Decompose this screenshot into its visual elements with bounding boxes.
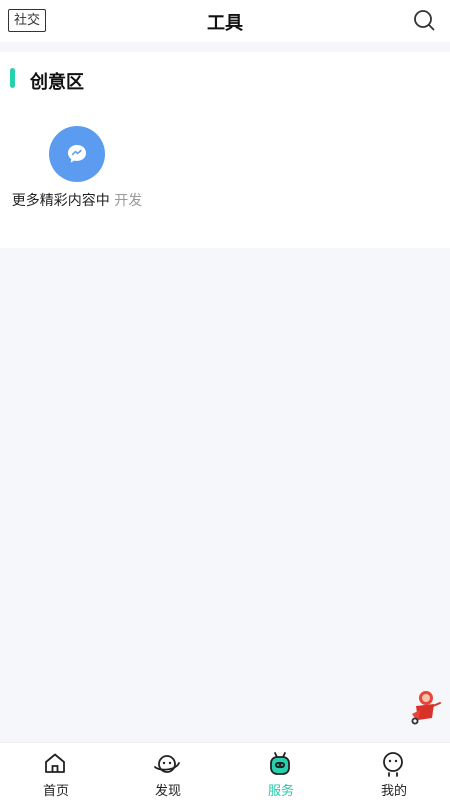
tab-service[interactable]: 服务 <box>225 743 337 800</box>
tab-label: 服务 <box>267 784 294 799</box>
tool-status: 开发 <box>114 193 143 209</box>
tab-label: 发现 <box>154 784 181 799</box>
tool-label: 更多精彩内容中 开发 <box>8 190 146 212</box>
creative-section: 创意区 更多精彩内容中 开发 <box>0 52 450 248</box>
floating-mascot-icon[interactable] <box>406 688 442 726</box>
top-header: 社交 工具 <box>0 0 450 42</box>
service-robot-icon <box>270 752 290 775</box>
bottom-tab-bar: 首页 发现 服务 我的 <box>0 742 450 800</box>
tool-item-more-content[interactable]: 更多精彩内容中 开发 <box>8 126 146 236</box>
tab-label: 首页 <box>42 784 69 799</box>
section-accent-bar <box>10 68 15 88</box>
tab-home[interactable]: 首页 <box>0 743 112 800</box>
tab-label: 我的 <box>380 784 407 799</box>
page-title: 工具 <box>207 13 243 34</box>
tab-discover[interactable]: 发现 <box>112 743 224 800</box>
tab-profile[interactable]: 我的 <box>338 743 450 800</box>
home-icon <box>45 753 65 773</box>
tool-name: 更多精彩内容中 <box>11 193 110 209</box>
section-title: 创意区 <box>30 72 84 93</box>
profile-face-icon <box>383 752 403 777</box>
chat-bubble-icon <box>49 126 105 182</box>
search-icon[interactable] <box>412 8 436 32</box>
planet-icon <box>154 755 180 773</box>
